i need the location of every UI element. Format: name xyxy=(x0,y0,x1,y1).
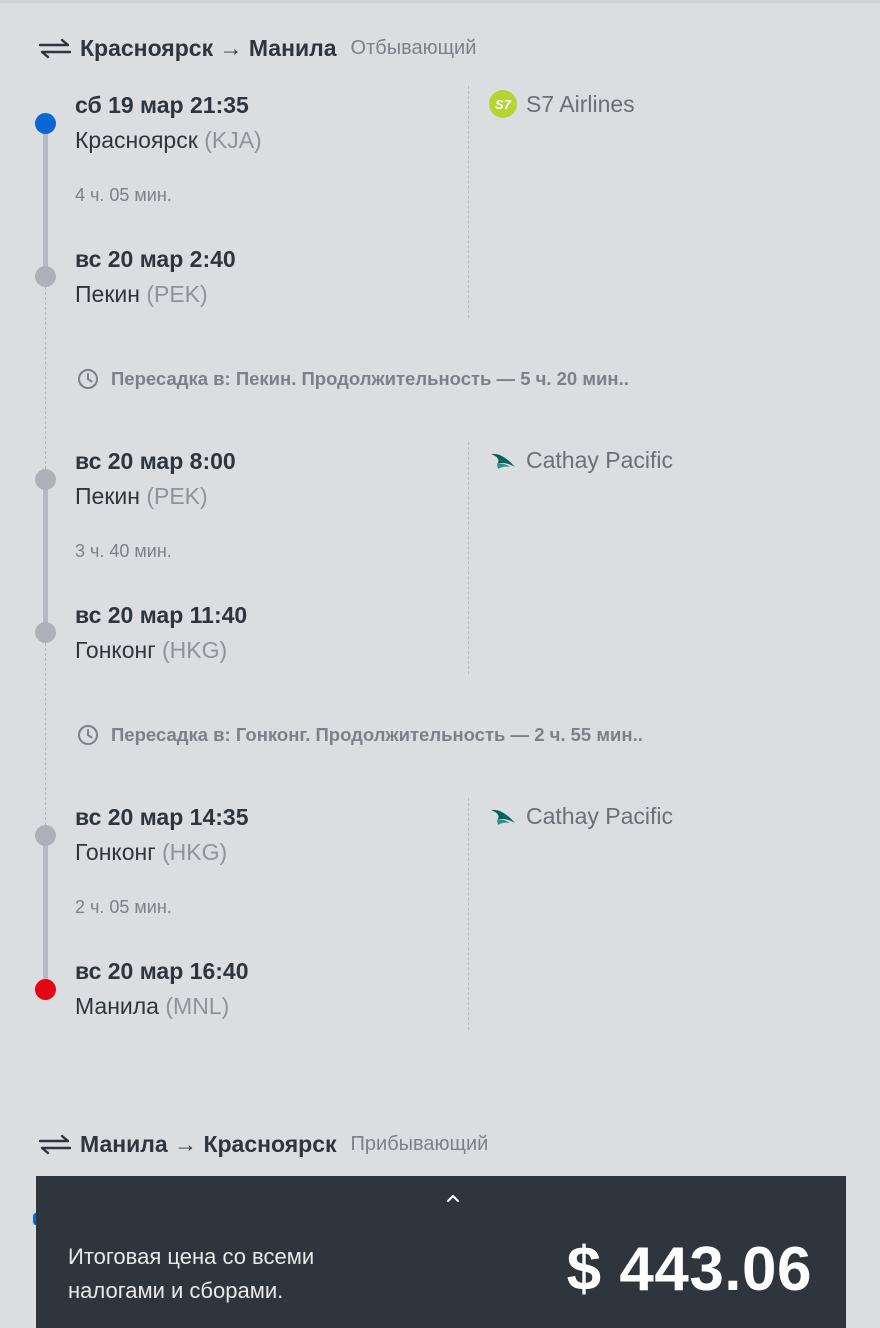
airline-info: S7 S7 Airlines xyxy=(488,89,635,119)
stop-dot xyxy=(35,622,56,643)
stop-dot xyxy=(35,469,56,490)
top-divider xyxy=(0,0,880,3)
outbound-header: Красноярск → Манила Отбывающий xyxy=(38,30,476,66)
cathay-pacific-logo-icon xyxy=(488,445,518,475)
cathay-pacific-logo-icon xyxy=(488,801,518,831)
flight-duration: 2 ч. 05 мин. xyxy=(75,897,172,917)
arrival-stop: вс 20 мар 11:40 Гонконг (HKG) xyxy=(75,600,247,666)
arrival-datetime: вс 20 мар 11:40 xyxy=(75,602,248,628)
layover-info: Пересадка в: Пекин. Продолжительность — … xyxy=(77,368,629,390)
departure-dot xyxy=(35,113,56,134)
inbound-route: Манила → Красноярск xyxy=(80,1130,337,1157)
layover-line xyxy=(45,287,46,469)
departure-stop: вс 20 мар 8:00 Пекин (PEK) xyxy=(75,446,236,512)
departure-city: Пекин xyxy=(75,483,140,509)
price-summary-panel[interactable]: Итоговая цена со всеми налогами и сборам… xyxy=(36,1176,846,1328)
airline-info: Cathay Pacific xyxy=(488,445,673,475)
arrival-datetime: вс 20 мар 16:40 xyxy=(75,958,249,984)
segment-divider xyxy=(468,798,469,1030)
segment-divider xyxy=(468,442,469,674)
outbound-type: Отбывающий xyxy=(350,36,477,59)
flight-duration: 4 ч. 05 мин. xyxy=(75,185,172,205)
inbound-header: Манила → Красноярск Прибывающий xyxy=(38,1126,488,1162)
flight-duration: 3 ч. 40 мин. xyxy=(75,541,172,561)
arrival-city: Манила xyxy=(75,993,159,1019)
airport-code: (HKG) xyxy=(162,637,228,663)
airline-name: Cathay Pacific xyxy=(526,446,674,473)
airline-name: S7 Airlines xyxy=(526,90,635,117)
s7-logo-icon: S7 xyxy=(488,89,518,119)
total-price-amount: $ 443.06 xyxy=(566,1235,812,1304)
chevron-up-icon[interactable] xyxy=(439,1186,467,1208)
segment-divider xyxy=(468,86,469,318)
arrival-stop: вс 20 мар 2:40 Пекин (PEK) xyxy=(75,244,236,310)
departure-datetime: вс 20 мар 14:35 xyxy=(75,804,249,830)
round-trip-arrows-icon xyxy=(38,38,72,59)
airport-code: (HKG) xyxy=(162,839,228,865)
total-price-label: Итоговая цена со всеми налогами и сборам… xyxy=(68,1244,315,1303)
inbound-type: Прибывающий xyxy=(350,1132,489,1155)
flight-line xyxy=(43,480,48,632)
layover-info: Пересадка в: Гонконг. Продолжительность … xyxy=(77,724,643,746)
flight-line xyxy=(43,124,48,276)
arrival-dot xyxy=(35,979,56,1000)
round-trip-arrows-icon xyxy=(38,1134,72,1155)
departure-stop: сб 19 мар 21:35 Красноярск (KJA) xyxy=(75,90,262,156)
layover-line xyxy=(45,643,46,825)
departure-datetime: сб 19 мар 21:35 xyxy=(75,92,249,118)
flight-line xyxy=(43,836,48,988)
arrival-stop: вс 20 мар 16:40 Манила (MNL) xyxy=(75,956,249,1022)
outbound-route: Красноярск → Манила xyxy=(80,34,337,61)
stop-dot xyxy=(35,266,56,287)
layover-text: Пересадка в: Гонконг. Продолжительность … xyxy=(111,724,643,745)
departure-city: Гонконг xyxy=(75,839,156,865)
arrival-city: Гонконг xyxy=(75,637,156,663)
arrival-city: Пекин xyxy=(75,281,140,307)
layover-text: Пересадка в: Пекин. Продолжительность — … xyxy=(111,368,629,389)
airport-code: (PEK) xyxy=(146,281,208,307)
airport-code: (KJA) xyxy=(204,127,262,153)
departure-stop: вс 20 мар 14:35 Гонконг (HKG) xyxy=(75,802,249,868)
airline-info: Cathay Pacific xyxy=(488,801,673,831)
clock-icon xyxy=(78,725,98,745)
airport-code: (PEK) xyxy=(146,483,208,509)
departure-datetime: вс 20 мар 8:00 xyxy=(75,448,236,474)
arrival-datetime: вс 20 мар 2:40 xyxy=(75,246,236,272)
stop-dot xyxy=(35,825,56,846)
departure-city: Красноярск xyxy=(75,127,198,153)
airport-code: (MNL) xyxy=(165,993,230,1019)
svg-text:S7: S7 xyxy=(495,97,512,112)
airline-name: Cathay Pacific xyxy=(526,802,674,829)
clock-icon xyxy=(78,369,98,389)
